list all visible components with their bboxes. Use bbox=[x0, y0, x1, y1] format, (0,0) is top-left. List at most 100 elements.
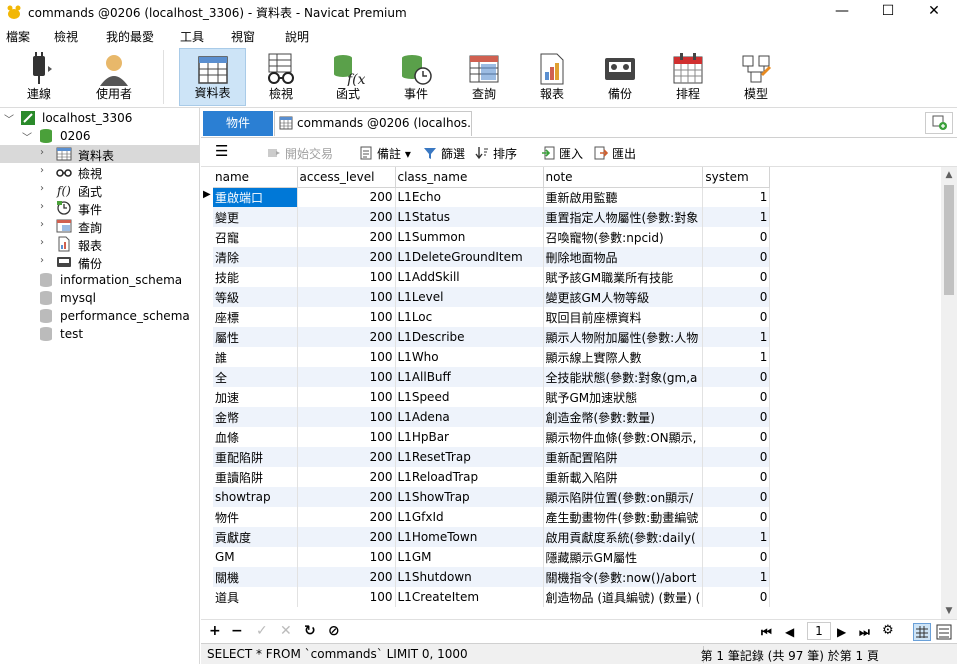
table-row[interactable]: 金幣 100 L1Adena 創造金幣(參數:數量) 0 bbox=[213, 407, 771, 427]
menu-tools[interactable]: 工具 bbox=[180, 28, 204, 45]
view-button[interactable]: 檢視 bbox=[251, 48, 311, 106]
cell-note[interactable]: 變更該GM人物等級 bbox=[543, 287, 704, 307]
cell-system[interactable]: 0 bbox=[702, 287, 771, 307]
cell-note[interactable]: 召喚寵物(參數:npcid) bbox=[543, 227, 704, 247]
cell-system[interactable]: 0 bbox=[702, 387, 771, 407]
table-row[interactable]: 屬性 200 L1Describe 顯示人物附加屬性(參數:人物 1 bbox=[213, 327, 771, 347]
maximize-button[interactable]: ☐ bbox=[865, 0, 911, 24]
cell-class-name[interactable]: L1ShowTrap bbox=[395, 487, 544, 507]
cell-name[interactable]: 召寵 bbox=[213, 227, 298, 247]
cell-system[interactable]: 0 bbox=[702, 507, 771, 527]
table-row[interactable]: 道具 100 L1CreateItem 創造物品 (道具編號) (數量) (0 bbox=[213, 587, 771, 607]
cell-note[interactable]: 賦予GM加速狀態 bbox=[543, 387, 704, 407]
cell-system[interactable]: 0 bbox=[702, 247, 771, 267]
table-row[interactable]: 等級 100 L1Level 變更該GM人物等級 0 bbox=[213, 287, 771, 307]
cell-system[interactable]: 1 bbox=[702, 567, 771, 587]
import-button[interactable]: 匯入 bbox=[541, 145, 583, 162]
tab-objects[interactable]: 物件 bbox=[203, 111, 273, 136]
data-grid[interactable]: ▶ name access_level class_name note system 重… bbox=[201, 167, 941, 607]
table-row[interactable]: 貢獻度 200 L1HomeTown 啟用貢獻度系統(參數:daily(1 bbox=[213, 527, 771, 547]
table-row[interactable]: 重啟端口 200 L1Echo 重新啟用監聽 1 bbox=[213, 187, 771, 207]
cell-name[interactable]: 等級 bbox=[213, 287, 298, 307]
cell-class-name[interactable]: L1Shutdown bbox=[395, 567, 544, 587]
cell-name[interactable]: 屬性 bbox=[213, 327, 298, 347]
filter-button[interactable]: 篩選 bbox=[423, 145, 465, 162]
cell-name[interactable]: 物件 bbox=[213, 507, 298, 527]
cell-name[interactable]: 金幣 bbox=[213, 407, 298, 427]
column-header-class-name[interactable]: class_name bbox=[395, 167, 544, 188]
report-button[interactable]: 報表 bbox=[522, 48, 582, 106]
cell-note[interactable]: 產生動畫物件(參數:動畫編號 bbox=[543, 507, 704, 527]
cell-access-level[interactable]: 100 bbox=[297, 587, 396, 607]
cell-access-level[interactable]: 100 bbox=[297, 367, 396, 387]
cell-name[interactable]: 重啟端口 bbox=[213, 187, 298, 207]
cell-class-name[interactable]: L1Level bbox=[395, 287, 544, 307]
table-row[interactable]: 重讀陷阱 200 L1ReloadTrap 重新載入陷阱 0 bbox=[213, 467, 771, 487]
model-button[interactable]: 模型 bbox=[726, 48, 786, 106]
cell-access-level[interactable]: 100 bbox=[297, 287, 396, 307]
cell-access-level[interactable]: 200 bbox=[297, 247, 396, 267]
expand-arrow-icon[interactable]: › bbox=[40, 219, 44, 230]
cell-note[interactable]: 顯示人物附加屬性(參數:人物 bbox=[543, 327, 704, 347]
cell-access-level[interactable]: 200 bbox=[297, 227, 396, 247]
cell-system[interactable]: 0 bbox=[702, 467, 771, 487]
tree-item-events[interactable]: › 事件 bbox=[0, 199, 200, 217]
cell-system[interactable]: 0 bbox=[702, 487, 771, 507]
function-button[interactable]: f(x) 函式 bbox=[318, 48, 378, 106]
menu-favorites[interactable]: 我的最愛 bbox=[106, 28, 154, 45]
cell-name[interactable]: 誰 bbox=[213, 347, 298, 367]
cell-access-level[interactable]: 200 bbox=[297, 467, 396, 487]
table-row[interactable]: 全 100 L1AllBuff 全技能狀態(參數:對象(gm,a 0 bbox=[213, 367, 771, 387]
table-row[interactable]: 重配陷阱 200 L1ResetTrap 重新配置陷阱 0 bbox=[213, 447, 771, 467]
apply-icon[interactable]: ✓ bbox=[256, 623, 268, 639]
cell-system[interactable]: 0 bbox=[702, 367, 771, 387]
last-page-icon[interactable]: ⏭ bbox=[859, 625, 870, 640]
schedule-button[interactable]: 排程 bbox=[658, 48, 718, 106]
cell-access-level[interactable]: 100 bbox=[297, 427, 396, 447]
cell-system[interactable]: 0 bbox=[702, 427, 771, 447]
sort-button[interactable]: 排序 bbox=[475, 145, 517, 162]
expand-arrow-icon[interactable]: › bbox=[40, 201, 44, 212]
cell-access-level[interactable]: 100 bbox=[297, 547, 396, 567]
cell-name[interactable]: 重配陷阱 bbox=[213, 447, 298, 467]
cell-access-level[interactable]: 200 bbox=[297, 187, 396, 207]
cell-note[interactable]: 取回目前座標資料 bbox=[543, 307, 704, 327]
minimize-button[interactable]: — bbox=[819, 0, 865, 24]
cell-system[interactable]: 0 bbox=[702, 407, 771, 427]
tree-connection[interactable]: ﹀ localhost_3306 bbox=[0, 109, 200, 127]
table-row[interactable]: 關機 200 L1Shutdown 關機指令(參數:now()/abort 1 bbox=[213, 567, 771, 587]
cell-system[interactable]: 1 bbox=[702, 207, 771, 227]
cell-name[interactable]: 重讀陷阱 bbox=[213, 467, 298, 487]
grid-view-icon[interactable] bbox=[913, 623, 931, 641]
cell-access-level[interactable]: 200 bbox=[297, 527, 396, 547]
expand-arrow-icon[interactable]: › bbox=[40, 237, 44, 248]
event-button[interactable]: 事件 bbox=[386, 48, 446, 106]
cell-name[interactable]: 清除 bbox=[213, 247, 298, 267]
scroll-up-icon[interactable]: ▲ bbox=[941, 167, 957, 183]
cell-name[interactable]: GM bbox=[213, 547, 298, 567]
collapse-arrow-icon[interactable]: ﹀ bbox=[4, 111, 14, 126]
cell-class-name[interactable]: L1Who bbox=[395, 347, 544, 367]
cell-access-level[interactable]: 200 bbox=[297, 487, 396, 507]
cell-name[interactable]: 貢獻度 bbox=[213, 527, 298, 547]
stop-icon[interactable]: ⊘ bbox=[328, 623, 340, 639]
cell-access-level[interactable]: 100 bbox=[297, 267, 396, 287]
cell-note[interactable]: 關機指令(參數:now()/abort bbox=[543, 567, 704, 587]
expand-arrow-icon[interactable]: › bbox=[40, 147, 44, 158]
cell-class-name[interactable]: L1HpBar bbox=[395, 427, 544, 447]
table-row[interactable]: 血條 100 L1HpBar 顯示物件血條(參數:ON顯示, 0 bbox=[213, 427, 771, 447]
cell-name[interactable]: showtrap bbox=[213, 487, 298, 507]
table-row[interactable]: 座標 100 L1Loc 取回目前座標資料 0 bbox=[213, 307, 771, 327]
expand-arrow-icon[interactable]: › bbox=[40, 165, 44, 176]
cell-system[interactable]: 0 bbox=[702, 307, 771, 327]
cell-system[interactable]: 1 bbox=[702, 187, 771, 207]
cell-name[interactable]: 血條 bbox=[213, 427, 298, 447]
scroll-thumb[interactable] bbox=[944, 185, 954, 295]
cell-note[interactable]: 賦予該GM職業所有技能 bbox=[543, 267, 704, 287]
cell-class-name[interactable]: L1CreateItem bbox=[395, 587, 544, 607]
begin-transaction-button[interactable]: 開始交易 bbox=[267, 145, 333, 162]
cell-class-name[interactable]: L1Echo bbox=[395, 187, 544, 207]
cell-class-name[interactable]: L1AddSkill bbox=[395, 267, 544, 287]
cell-note[interactable]: 顯示線上實際人數 bbox=[543, 347, 704, 367]
cell-system[interactable]: 0 bbox=[702, 267, 771, 287]
